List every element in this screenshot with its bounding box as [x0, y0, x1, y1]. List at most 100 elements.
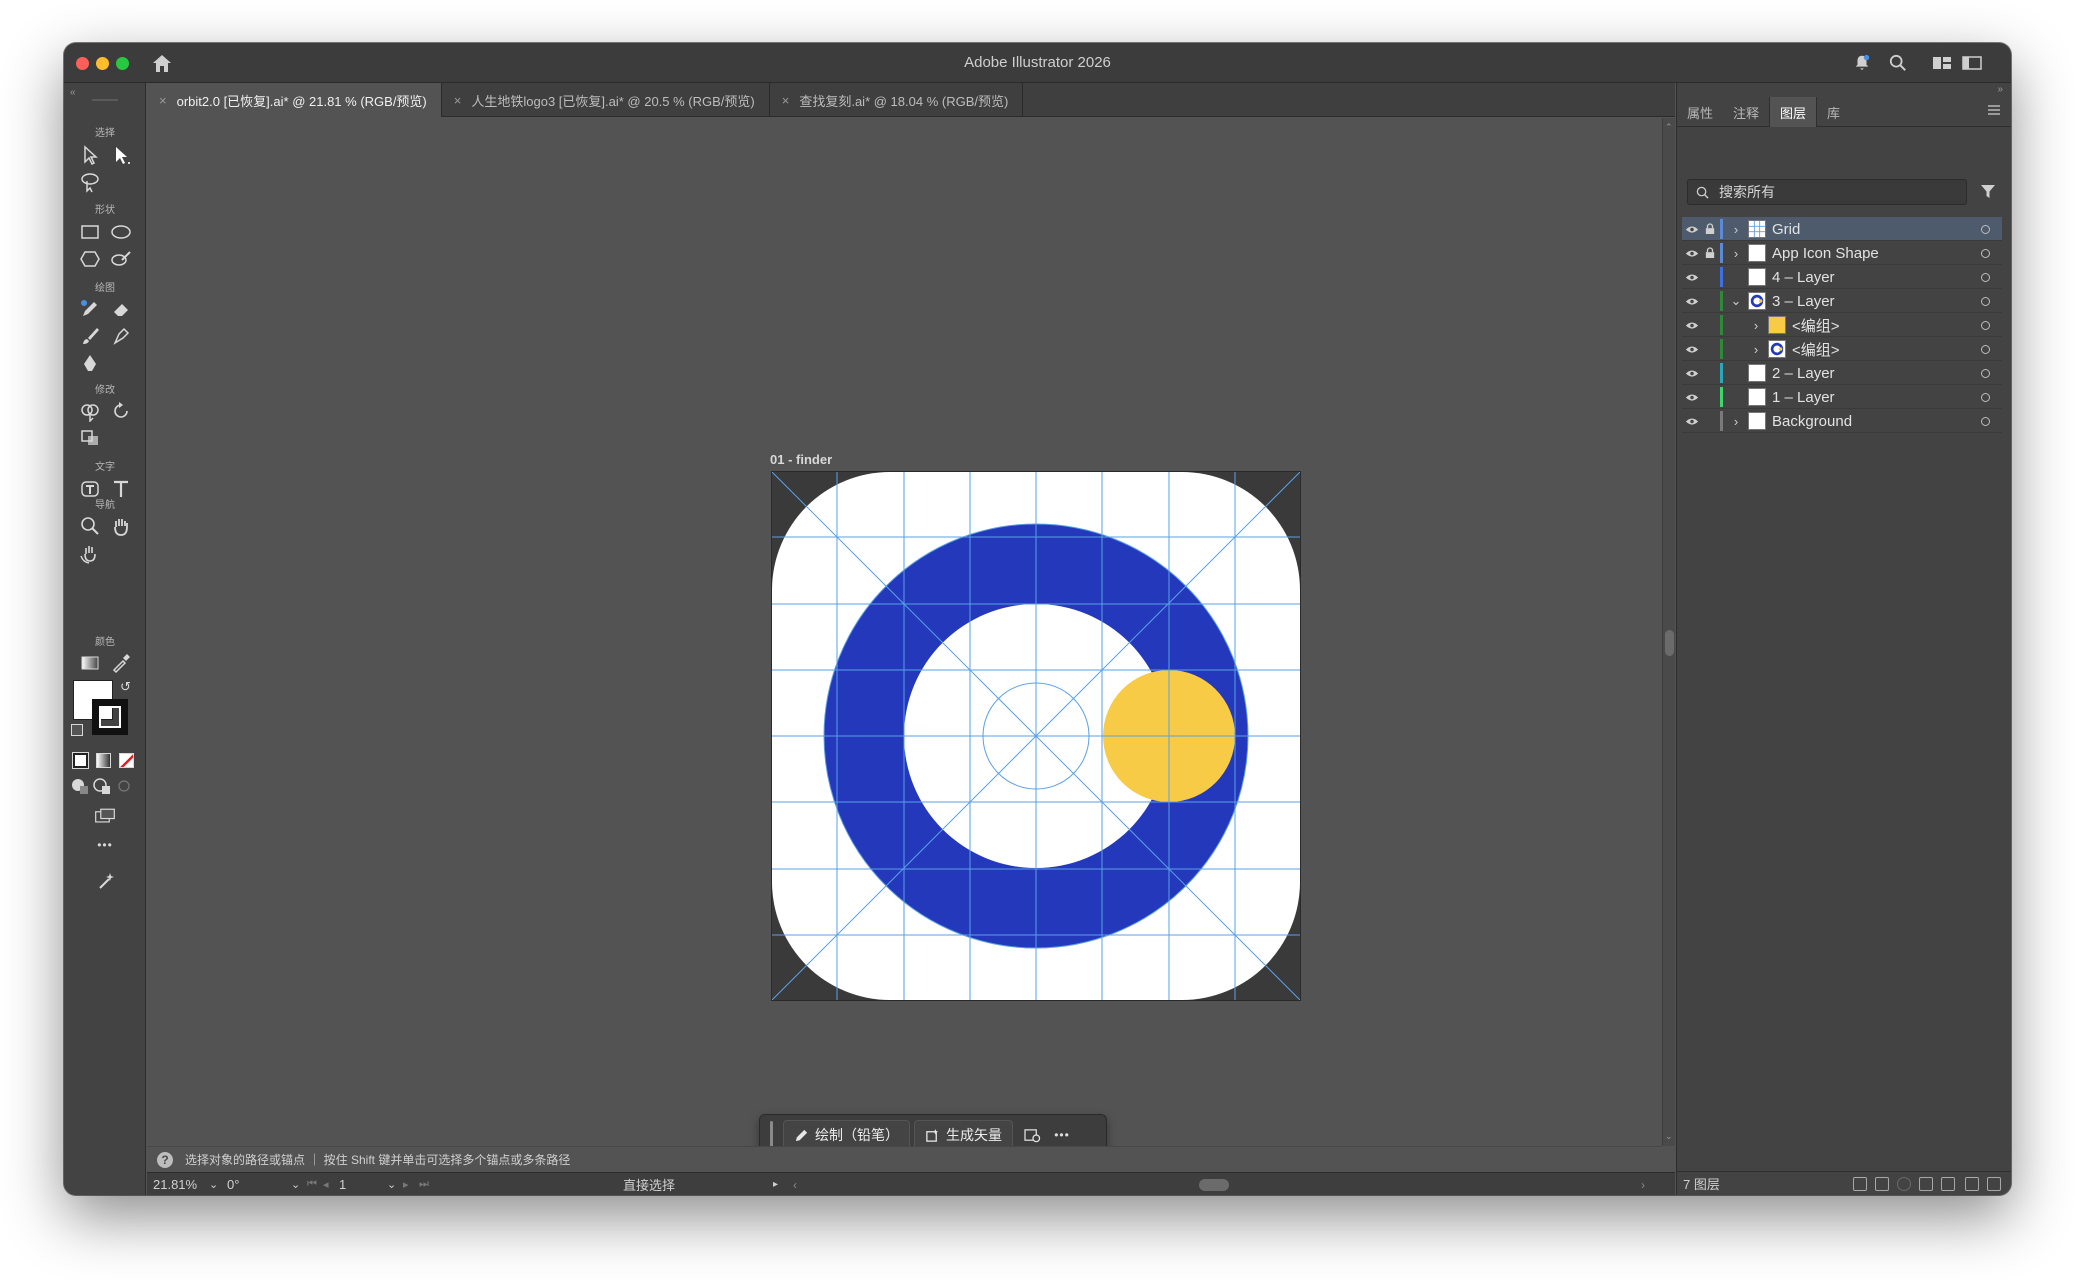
layer-name[interactable]: <编组>	[1792, 313, 1840, 337]
selection-tool-icon[interactable]	[77, 142, 103, 168]
artboard[interactable]	[771, 471, 1301, 1001]
eyedropper-tool-icon[interactable]	[108, 650, 134, 676]
target-circle-icon[interactable]	[1978, 241, 1992, 265]
layer-row[interactable]: › <编组>	[1682, 337, 2002, 361]
draw-inside-icon[interactable]	[113, 775, 135, 797]
target-circle-icon[interactable]	[1978, 361, 1992, 385]
visibility-eye-icon[interactable]	[1684, 337, 1700, 361]
lock-toggle-empty[interactable]	[1702, 313, 1718, 337]
eraser-tool-icon[interactable]	[108, 296, 134, 322]
doc-tab-find-replica[interactable]: × 查找复刻.ai* @ 18.04 % (RGB/预览)	[770, 83, 1024, 117]
layer-row[interactable]: › Grid	[1682, 217, 2002, 241]
tab-comments[interactable]: 注释	[1723, 97, 1769, 127]
default-colors-icon[interactable]	[71, 724, 83, 736]
doc-tab-metro-logo[interactable]: × 人生地铁logo3 [已恢复].ai* @ 20.5 % (RGB/预览)	[442, 83, 770, 117]
free-transform-tool-icon[interactable]	[77, 425, 103, 451]
task-bar-grip[interactable]	[770, 1121, 773, 1149]
lock-toggle-empty[interactable]	[1702, 289, 1718, 313]
target-circle-icon[interactable]	[1978, 289, 1992, 313]
scroll-up-icon[interactable]: ⌃	[1665, 122, 1673, 133]
first-artboard-icon[interactable]: ⏮	[307, 1173, 317, 1195]
layers-search-field[interactable]: 搜索所有	[1687, 179, 1967, 205]
horizontal-scroll-thumb[interactable]	[1199, 1179, 1229, 1191]
zoom-level-field[interactable]: 21.81%	[153, 1173, 205, 1195]
rotation-dropdown-icon[interactable]: ⌄	[291, 1173, 300, 1195]
visibility-eye-icon[interactable]	[1684, 361, 1700, 385]
layer-row[interactable]: › <编组>	[1682, 313, 2002, 337]
visibility-eye-icon[interactable]	[1684, 265, 1700, 289]
target-circle-icon[interactable]	[1978, 337, 1992, 361]
visibility-eye-icon[interactable]	[1684, 409, 1700, 433]
layer-row[interactable]: 4 – Layer	[1682, 265, 2002, 289]
direct-selection-tool-icon[interactable]	[108, 142, 134, 168]
current-tool-name[interactable]: 直接选择	[623, 1173, 675, 1195]
swap-colors-icon[interactable]: ↺	[120, 679, 131, 695]
expand-chevron-icon[interactable]	[1730, 385, 1742, 409]
layer-name[interactable]: Background	[1772, 409, 1852, 433]
layer-name[interactable]: 4 – Layer	[1772, 265, 1835, 289]
close-tab-icon[interactable]: ×	[454, 93, 462, 108]
artboard-label[interactable]: 01 - finder	[770, 452, 832, 467]
make-clipping-mask-icon[interactable]	[1919, 1177, 1933, 1191]
visibility-eye-icon[interactable]	[1684, 289, 1700, 313]
screen-mode-icon[interactable]	[90, 803, 120, 829]
visibility-eye-icon[interactable]	[1684, 217, 1700, 241]
polygon-tool-icon[interactable]	[77, 246, 103, 272]
artboard-number-field[interactable]: 1	[339, 1173, 379, 1195]
filter-icon[interactable]	[1979, 182, 1997, 200]
close-tab-icon[interactable]: ×	[159, 93, 167, 108]
layer-row[interactable]: 2 – Layer	[1682, 361, 2002, 385]
rotate-tool-icon[interactable]	[108, 398, 134, 424]
panel-grip[interactable]	[92, 99, 118, 101]
layer-row[interactable]: › Background	[1682, 409, 2002, 433]
lock-toggle-empty[interactable]	[1702, 337, 1718, 361]
create-sublayer-icon[interactable]	[1941, 1177, 1955, 1191]
stroke-color-swatch[interactable]	[92, 699, 128, 735]
scroll-left-icon[interactable]: ‹	[793, 1173, 797, 1195]
rectangle-tool-icon[interactable]	[77, 219, 103, 245]
status-menu-icon[interactable]: ▸	[773, 1173, 778, 1195]
more-tools-button[interactable]: •••	[64, 838, 146, 852]
panel-toggle-icon[interactable]	[1960, 51, 1984, 75]
help-icon[interactable]: ?	[157, 1151, 173, 1168]
zoom-tool-icon[interactable]	[77, 513, 103, 539]
expand-chevron-icon[interactable]: ›	[1730, 217, 1742, 241]
shape-builder-tool-icon[interactable]	[77, 398, 103, 424]
artboard-dropdown-icon[interactable]: ⌄	[387, 1173, 396, 1195]
collect-export-icon[interactable]	[1853, 1177, 1867, 1191]
panel-menu-icon[interactable]	[1987, 103, 2001, 115]
tab-properties[interactable]: 属性	[1677, 97, 1723, 127]
ai-assist-icon[interactable]	[92, 868, 118, 894]
paintbrush-tool-icon[interactable]	[77, 323, 103, 349]
search-icon[interactable]	[1886, 51, 1910, 75]
target-circle-icon[interactable]	[1978, 313, 1992, 337]
export-icon[interactable]	[1875, 1177, 1889, 1191]
pen-tool-icon[interactable]	[77, 350, 103, 376]
blob-brush-tool-icon[interactable]	[108, 323, 134, 349]
draw-behind-icon[interactable]	[91, 775, 113, 797]
gradient-mode-icon[interactable]	[96, 753, 111, 768]
collapse-panel-icon[interactable]: «	[70, 87, 76, 98]
visibility-eye-icon[interactable]	[1684, 313, 1700, 337]
previous-artboard-icon[interactable]: ◂	[323, 1173, 329, 1195]
rotate-view-tool-icon[interactable]	[77, 540, 103, 566]
expand-chevron-icon[interactable]: ›	[1730, 241, 1742, 265]
pencil-tool-icon[interactable]	[77, 296, 103, 322]
layer-row[interactable]: 1 – Layer	[1682, 385, 2002, 409]
close-tab-icon[interactable]: ×	[782, 93, 790, 108]
layer-row[interactable]: › App Icon Shape	[1682, 241, 2002, 265]
layer-name[interactable]: Grid	[1772, 217, 1800, 241]
delete-layer-icon[interactable]	[1987, 1177, 2001, 1191]
tab-libraries[interactable]: 库	[1817, 97, 1850, 127]
lock-toggle-empty[interactable]	[1702, 409, 1718, 433]
expand-chevron-icon[interactable]: ⌄	[1730, 289, 1742, 313]
hand-tool-icon[interactable]	[108, 513, 134, 539]
layer-name[interactable]: 2 – Layer	[1772, 361, 1835, 385]
tab-layers[interactable]: 图层	[1769, 97, 1818, 127]
magic-wand-lasso-icon[interactable]	[77, 169, 103, 195]
expand-chevron-icon[interactable]: ›	[1750, 313, 1762, 337]
lock-toggle-empty[interactable]	[1702, 385, 1718, 409]
collapse-right-panel-icon[interactable]: »	[1997, 84, 2003, 95]
target-circle-icon[interactable]	[1978, 409, 1992, 433]
target-circle-icon[interactable]	[1978, 265, 1992, 289]
